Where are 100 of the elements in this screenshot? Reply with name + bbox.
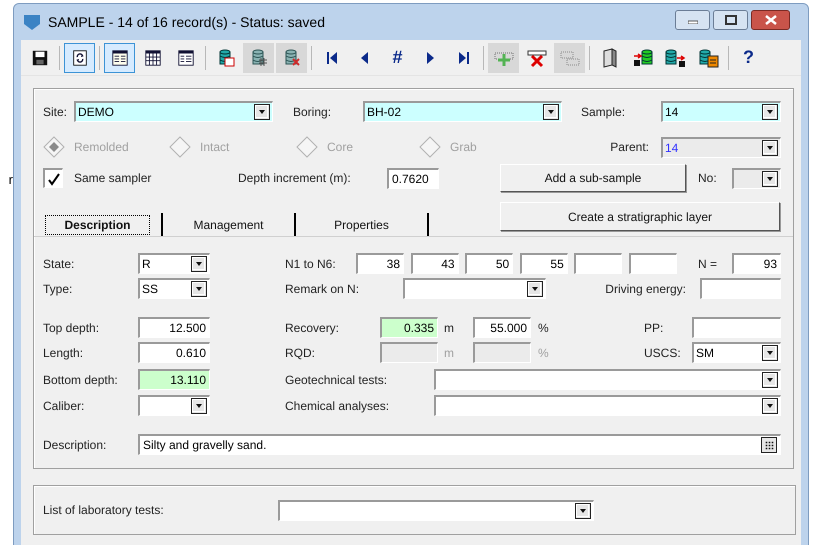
description-field[interactable]: Silty and gravelly sand. [138,434,781,455]
field-label: PP: [644,320,664,336]
unit-label: % [538,320,549,336]
blow-count-field[interactable]: 43 [410,253,459,274]
blow-count-field[interactable]: 38 [356,253,404,274]
field-label: Boring: [293,104,332,120]
field-label: N = [698,256,718,272]
tab[interactable]: Properties [296,213,429,236]
next-icon [426,50,435,64]
driving-energy-field[interactable] [700,278,781,299]
blow-count-field[interactable]: 55 [520,253,568,274]
field-label: No: [698,170,718,187]
sample-type-option: Intact [200,138,230,156]
field-label: Description: [43,436,108,454]
toolbar-button[interactable] [64,42,95,72]
close-icon [764,15,776,25]
caliber-dropdown[interactable] [138,395,210,416]
field-label: List of laboratory tests: [43,502,165,519]
calculator-icon [698,48,718,68]
dropdown-arrow-icon[interactable] [543,104,559,120]
sample-type-option: Grab [450,138,477,156]
dropdown-arrow-icon[interactable] [191,256,207,272]
field-label: Top depth: [43,320,100,336]
field-label: Same sampler [74,170,152,187]
depth-increment-field[interactable]: 0.7620 [387,168,439,188]
sample-type-option: Remolded [74,138,129,156]
field-label: Parent: [610,139,649,156]
blow-count-field[interactable] [628,253,677,274]
database-icon [664,48,686,68]
pp-field[interactable] [692,317,781,338]
state-dropdown[interactable]: R [138,253,210,274]
tab[interactable]: Management [163,213,296,236]
field-label: Sample: [581,104,626,120]
boring-dropdown[interactable]: BH-02 [363,101,562,122]
create-layer-button[interactable]: Create a stratigraphic layer [500,202,780,231]
sample-type-option: Core [327,138,354,156]
uscs-dropdown[interactable]: SM [692,342,781,363]
recovery-field[interactable]: 0.335 [380,317,438,338]
field-label: Type: [43,280,74,298]
site-dropdown[interactable]: DEMO [74,101,273,122]
dropdown-arrow-icon[interactable] [762,345,778,361]
field-label: USCS: [644,344,682,362]
close-button[interactable] [751,10,790,30]
depth-field[interactable]: 0.610 [138,342,210,363]
field-label: Remark on N: [285,280,360,298]
grid-dots-icon[interactable] [761,437,777,453]
field-label: Geotechnical tests: [285,372,388,388]
percent-field[interactable]: 55.000 [473,317,531,338]
dropdown-arrow-icon[interactable] [191,281,207,297]
restore-icon [724,15,736,25]
dropdown-arrow-icon[interactable] [762,104,778,120]
restore-button[interactable] [713,10,748,30]
field-label: Caliber: [43,398,86,414]
type-dropdown[interactable]: SS [138,278,210,299]
first-record-icon [326,50,338,64]
toolbar-button[interactable] [104,42,135,72]
table-icon [144,48,162,66]
depth-field[interactable]: 12.500 [138,317,210,338]
previous-icon [360,50,369,64]
database-icon [632,48,654,68]
field-label: Depth increment (m): [238,170,352,187]
form-icon [110,48,128,66]
refresh-page-icon [70,48,88,66]
field-label: N1 to N6: [285,256,337,272]
list-icon [176,48,194,66]
field-label: Bottom depth: [43,372,119,388]
dropdown-arrow-icon[interactable] [527,281,543,297]
dropdown-arrow-icon[interactable] [254,104,270,120]
minimize-button[interactable] [675,10,710,30]
book-icon [600,48,618,68]
last-record-icon [458,50,470,64]
field-label: Chemical analyses: [285,398,390,414]
blow-count-field[interactable] [574,253,622,274]
field-label: RQD: [285,344,316,362]
depth-field[interactable]: 13.110 [138,369,210,390]
toolbar-button[interactable]: # [382,42,413,72]
window-title: SAMPLE - 14 of 16 record(s) - Status: saved [48,12,326,32]
field-label: State: [43,256,76,272]
field-label: Site: [43,104,68,120]
dropdown-arrow-icon[interactable] [191,398,207,414]
dropdown-arrow-icon[interactable] [762,372,778,388]
unit-label: % [538,344,549,362]
n-total-field[interactable]: 93 [732,253,781,274]
unit-label: m [444,320,455,336]
checkbox[interactable] [43,168,63,188]
add-sub-sample-button[interactable]: Add a sub-sample [500,164,686,192]
unit-label: m [444,344,455,362]
background-text: r [8,171,13,189]
sample-dropdown[interactable]: 14 [661,101,781,122]
dropdown-arrow-icon[interactable] [762,398,778,414]
toolbar-button[interactable]: ? [733,42,764,72]
delete-row-icon [526,48,546,68]
field-label: Driving energy: [605,280,686,298]
field-label: Length: [43,344,84,362]
remark-dropdown[interactable] [403,278,546,299]
shield-icon [23,13,41,31]
blow-count-field[interactable]: 50 [465,253,514,274]
field-label: Recovery: [285,320,340,336]
dropdown-arrow-icon[interactable] [575,502,591,518]
check-icon [46,172,60,186]
